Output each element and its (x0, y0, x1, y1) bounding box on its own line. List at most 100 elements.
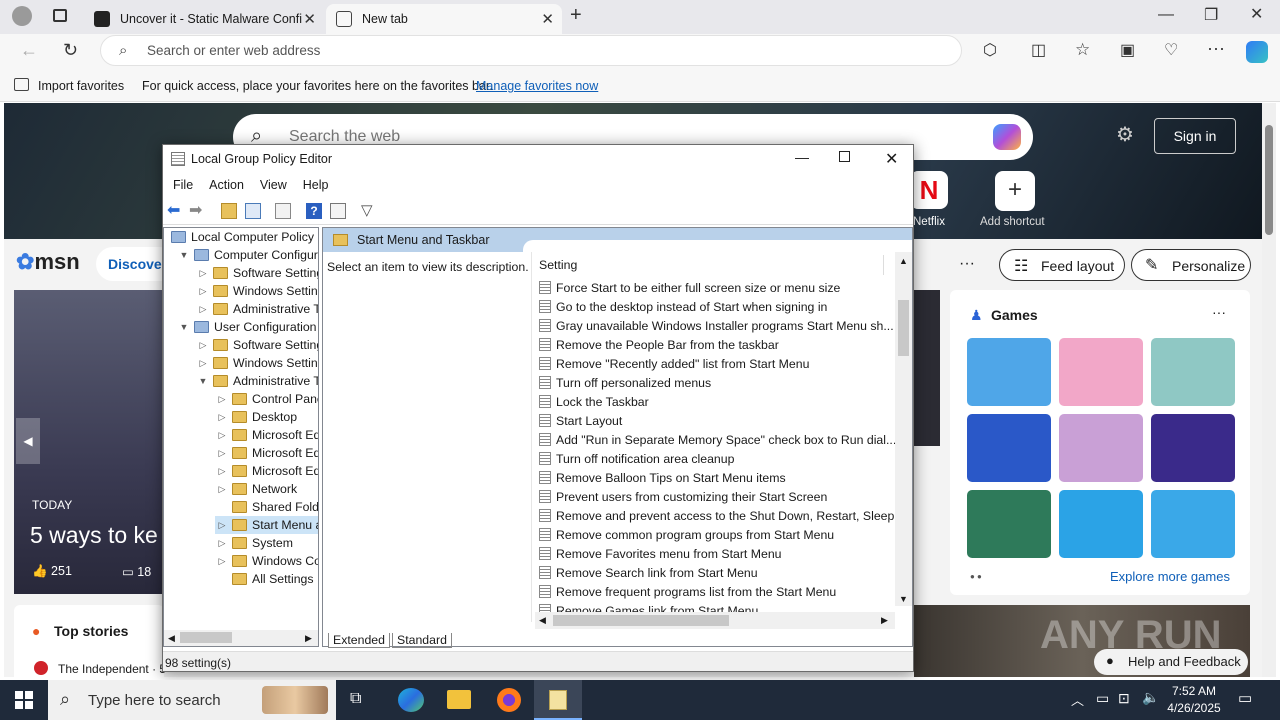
expand-arrow-icon[interactable]: ▷ (196, 286, 210, 297)
settings-gear-icon[interactable]: ⚙ (1116, 125, 1134, 145)
game-tile[interactable] (967, 338, 1051, 406)
tree-node[interactable]: ▷ Microsoft Edg (215, 444, 318, 462)
tab-extended[interactable]: Extended (328, 633, 390, 648)
comment-count[interactable]: ▭ 18 (122, 564, 151, 579)
setting-row[interactable]: Remove common program groups from Start … (539, 525, 834, 544)
setting-row[interactable]: Start Layout (539, 411, 622, 430)
scrollbar-thumb[interactable] (898, 300, 909, 356)
expand-arrow-icon[interactable]: ▷ (196, 304, 210, 315)
carousel-prev-icon[interactable]: ◀ (16, 418, 40, 464)
menu-action[interactable]: Action (201, 178, 252, 192)
scroll-right-icon[interactable]: ▶ (305, 633, 312, 644)
minimize-icon[interactable]: — (1158, 7, 1174, 23)
horizontal-scrollbar[interactable]: ◀ ▶ (535, 612, 895, 629)
tree-node[interactable]: ▷ Start Menu ar (215, 516, 318, 534)
tree-node[interactable]: ▷ Control Panel (215, 390, 318, 408)
tree-node[interactable]: ▷ Windows Setting (196, 282, 318, 300)
scroll-down-icon[interactable]: ▼ (899, 594, 908, 604)
hero-story-card[interactable]: TODAY 5 ways to ke 👍 251 ▭ 18 ◀ (14, 290, 174, 594)
scroll-left-icon[interactable]: ◀ (539, 615, 546, 626)
setting-row[interactable]: Go to the desktop instead of Start when … (539, 297, 827, 316)
tab-actions-icon[interactable] (53, 9, 67, 22)
properties-icon[interactable] (330, 203, 346, 219)
volume-icon[interactable]: 🔈 (1142, 689, 1159, 706)
copilot-icon[interactable] (993, 124, 1021, 150)
manage-favorites-link[interactable]: Manage favorites now (476, 79, 598, 93)
scroll-up-icon[interactable]: ▲ (899, 256, 908, 266)
split-screen-icon[interactable]: ◫ (1031, 43, 1046, 59)
menu-view[interactable]: View (252, 178, 295, 192)
scrollbar-thumb[interactable] (1265, 125, 1273, 235)
menu-file[interactable]: File (165, 178, 201, 192)
import-favorites-link[interactable]: Import favorites (38, 79, 124, 93)
profile-icon[interactable] (12, 6, 32, 26)
maximize-icon[interactable] (839, 151, 850, 162)
collections-icon[interactable]: ▣ (1120, 43, 1135, 59)
collapse-arrow-icon[interactable]: ▼ (177, 322, 191, 332)
setting-row[interactable]: Turn off notification area cleanup (539, 449, 734, 468)
tree-node[interactable]: Shared Folder (215, 498, 318, 516)
setting-row[interactable]: Remove and prevent access to the Shut Do… (539, 506, 905, 525)
tree-node[interactable]: Local Computer Policy (166, 228, 314, 246)
expand-arrow-icon[interactable]: ▷ (215, 448, 229, 459)
firefox-icon[interactable] (497, 688, 521, 712)
expand-arrow-icon[interactable]: ▷ (196, 358, 210, 369)
tree-node[interactable]: ▼ User Configuration (177, 318, 317, 336)
minimize-icon[interactable]: — (795, 149, 809, 165)
hscroll-thumb[interactable] (553, 615, 729, 626)
device-icon[interactable]: ▭ (1096, 690, 1109, 707)
setting-row[interactable]: Remove the People Bar from the taskbar (539, 335, 779, 354)
back-arrow-icon[interactable]: ← (20, 41, 38, 59)
tab-standard[interactable]: Standard (392, 633, 452, 648)
tab-new-tab[interactable]: New tab ✕ (326, 4, 562, 34)
msn-logo[interactable]: ✿msn (16, 249, 80, 275)
more-options-icon[interactable]: ··· (959, 255, 975, 273)
tree-node[interactable]: ▷ Software Settings (196, 264, 318, 282)
story-image-right[interactable] (914, 290, 940, 446)
setting-row[interactable]: Turn off personalized menus (539, 373, 711, 392)
help-icon[interactable]: ? (306, 203, 322, 219)
forward-arrow-icon[interactable]: ➡ (189, 203, 205, 219)
close-window-icon[interactable]: ✕ (1250, 7, 1263, 23)
setting-row[interactable]: Force Start to be either full screen siz… (539, 278, 840, 297)
extensions-icon[interactable]: ⬡ (983, 43, 997, 59)
sign-in-button[interactable]: Sign in (1154, 118, 1236, 154)
help-feedback-button[interactable]: ● Help and Feedback (1094, 649, 1248, 675)
address-bar[interactable]: ⌕ Search or enter web address (100, 35, 962, 66)
tree-node[interactable]: ▷ Microsoft Edg (215, 426, 318, 444)
back-arrow-icon[interactable]: ⬅ (167, 203, 183, 219)
window-title-bar[interactable]: Local Group Policy Editor — ✕ (163, 145, 913, 173)
expand-arrow-icon[interactable]: ▷ (215, 466, 229, 477)
vertical-scrollbar[interactable]: ▲ ▼ (895, 252, 912, 606)
expand-arrow-icon[interactable]: ▷ (215, 556, 229, 567)
close-tab-icon[interactable]: ✕ (303, 10, 316, 28)
tree-node[interactable]: ▷ Windows Cor (215, 552, 318, 570)
game-tile[interactable] (1059, 338, 1143, 406)
collapse-arrow-icon[interactable]: ▼ (196, 376, 210, 386)
feed-layout-button[interactable]: ☷ Feed layout (999, 249, 1125, 281)
setting-row[interactable]: Remove frequent programs list from the S… (539, 582, 836, 601)
tree-pane[interactable]: Local Computer Policy ▼ Computer Configura… (163, 227, 319, 647)
tree-node[interactable]: All Settings (215, 570, 314, 588)
setting-row[interactable]: Remove Search link from Start Menu (539, 563, 758, 582)
game-tile[interactable] (1151, 338, 1235, 406)
game-tile[interactable] (1151, 414, 1235, 482)
carousel-dots[interactable]: ● ● (970, 572, 982, 581)
game-tile[interactable] (1059, 490, 1143, 558)
game-tile[interactable] (1059, 414, 1143, 482)
gpo-taskbar-button[interactable] (534, 680, 582, 720)
file-explorer-icon[interactable] (447, 690, 471, 709)
tree-node[interactable]: ▷ Desktop (215, 408, 298, 426)
close-tab-icon[interactable]: ✕ (541, 10, 554, 28)
tree-node[interactable]: ▼ Administrative Te (196, 372, 318, 390)
expand-arrow-icon[interactable]: ▷ (215, 412, 229, 423)
new-tab-plus-icon[interactable]: + (570, 5, 582, 25)
filter-icon[interactable]: ▽ (361, 203, 377, 219)
expand-arrow-icon[interactable]: ▷ (196, 340, 210, 351)
more-menu-icon[interactable]: ··· (1207, 39, 1225, 57)
tree-node[interactable]: ▷ Microsoft Edg (215, 462, 318, 480)
tab-uncover-it[interactable]: Uncover it - Static Malware Confi ✕ (84, 4, 324, 34)
tree-node[interactable]: ▼ Computer Configura (177, 246, 318, 264)
network-icon[interactable]: ⊡ (1118, 690, 1130, 707)
edge-taskbar-icon[interactable] (398, 688, 424, 712)
